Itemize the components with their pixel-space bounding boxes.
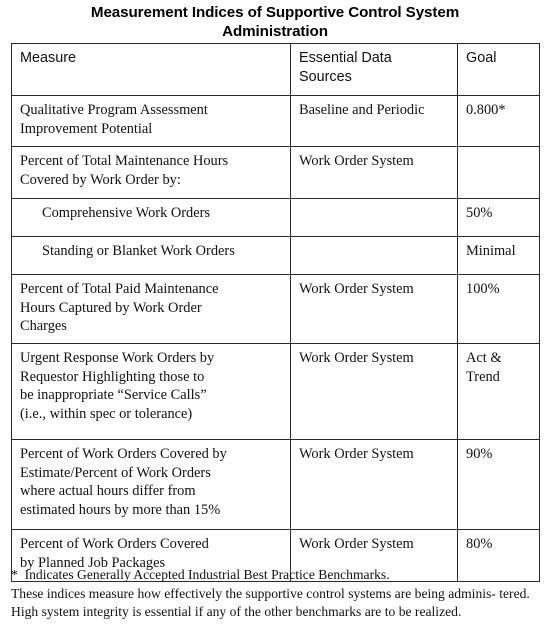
measure-line-4: (i.e., within spec or tolerance) [20, 405, 193, 422]
measure-line-1: Percent of Total Paid Maintenance [20, 281, 219, 297]
cell-source: Baseline and Periodic [290, 95, 458, 147]
cell-goal: 50% [457, 198, 540, 237]
cell-goal [457, 146, 540, 199]
footnotes: * Indicates Generally Accepted Industria… [11, 566, 541, 622]
table-row: Percent of Total Paid Maintenance Hours … [11, 274, 540, 344]
cell-goal: Act & Trend [457, 343, 540, 440]
document-page: Measurement Indices of Supportive Contro… [0, 0, 550, 626]
column-header-measure: Measure [11, 43, 291, 96]
measure-line-3: Charges [20, 318, 67, 334]
measure-line-1: Percent of Work Orders Covered [20, 536, 209, 552]
column-header-source-line-1: Essential Data [299, 50, 392, 66]
column-header-goal: Goal [457, 43, 540, 96]
cell-measure: Qualitative Program Assessment Improveme… [11, 95, 291, 147]
cell-measure: Urgent Response Work Orders by Requestor… [11, 343, 291, 440]
cell-goal: 90% [457, 439, 540, 530]
table-row: Percent of Total Maintenance Hours Cover… [11, 146, 540, 199]
measure-line-2: Requestor Highlighting those to [20, 368, 205, 385]
footnote-body-line-1: These indices measure how effectively th… [11, 585, 496, 601]
cell-source: Work Order System [290, 343, 458, 440]
measure-line-3: be inappropriate “Service Calls” [20, 387, 207, 403]
measure-line-3: where actual hours differ from [20, 483, 196, 499]
measure-line-1: Percent of Work Orders Covered by [20, 446, 227, 462]
column-header-essential-data-sources: Essential Data Sources [290, 43, 458, 96]
measure-line-1: Percent of Total Maintenance Hours [20, 153, 229, 169]
table-row: Standing or Blanket Work Orders Minimal [11, 236, 540, 275]
cell-source: Work Order System [290, 439, 458, 530]
footnote-body: These indices measure how effectively th… [11, 585, 541, 622]
cell-source: Work Order System [290, 146, 458, 199]
cell-source [290, 198, 458, 237]
table-body: Qualitative Program Assessment Improveme… [11, 95, 540, 582]
measure-line-1: Qualitative Program Assessment [20, 102, 208, 118]
measure-line-2: Estimate/Percent of Work Orders [20, 464, 211, 481]
measure-line-2: Improvement Potential [20, 120, 153, 137]
table-row: Qualitative Program Assessment Improveme… [11, 95, 540, 147]
goal-line-2: Trend [466, 368, 500, 385]
cell-measure: Percent of Total Paid Maintenance Hours … [11, 274, 291, 344]
footnote-asterisk-note: * Indicates Generally Accepted Industria… [11, 567, 390, 582]
cell-goal: 100% [457, 274, 540, 344]
cell-measure: Percent of Work Orders Covered by Estima… [11, 439, 291, 530]
measure-line-4: estimated hours by more than 15% [20, 501, 221, 518]
table-row: Percent of Work Orders Covered by Estima… [11, 439, 540, 530]
cell-source: Work Order System [290, 274, 458, 344]
cell-source [290, 236, 458, 275]
goal-line-1: Act & [466, 350, 502, 366]
measure-line-2: Covered by Work Order by: [20, 171, 181, 188]
measure-line-1: Urgent Response Work Orders by [20, 350, 215, 366]
page-title-line-1: Measurement Indices of Supportive Contro… [90, 4, 460, 21]
cell-goal: Minimal [457, 236, 540, 275]
column-header-source-line-2: Sources [299, 68, 352, 85]
table-row: Urgent Response Work Orders by Requestor… [11, 343, 540, 440]
cell-measure: Comprehensive Work Orders [11, 198, 291, 237]
page-title: Measurement Indices of Supportive Contro… [0, 0, 550, 41]
measure-line-2: Hours Captured by Work Order [20, 299, 202, 316]
table-header-row: Measure Essential Data Sources Goal [11, 43, 540, 96]
cell-measure: Percent of Total Maintenance Hours Cover… [11, 146, 291, 199]
page-title-line-2: Administration [222, 23, 328, 40]
cell-goal: 0.800* [457, 95, 540, 147]
measurement-indices-table: Measure Essential Data Sources Goal Qual… [11, 43, 540, 582]
table-header: Measure Essential Data Sources Goal [11, 43, 540, 96]
cell-measure: Standing or Blanket Work Orders [11, 236, 291, 275]
table-row: Comprehensive Work Orders 50% [11, 198, 540, 237]
